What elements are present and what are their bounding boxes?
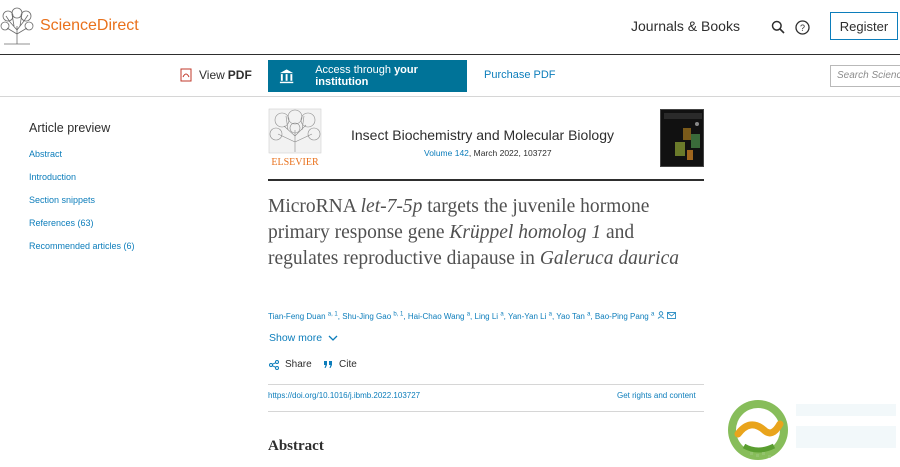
register-button[interactable]: Register (830, 12, 898, 40)
show-more-label: Show more (269, 332, 323, 344)
brand-name: ScienceDirect (40, 17, 139, 34)
journal-title-link[interactable]: Insect Biochemistry and Molecular Biolog… (351, 127, 614, 143)
abstract-heading: Abstract (268, 438, 324, 454)
title-text-1: MicroRNA (268, 196, 361, 217)
journal-divider (268, 179, 704, 181)
sidebar-item-references[interactable]: References (63) (29, 218, 229, 241)
sciencedirect-home-link[interactable]: ScienceDirect (0, 6, 139, 46)
title-italic-1: let-7-5p (360, 196, 423, 217)
doi-link[interactable]: https://doi.org/10.1016/j.ibmb.2022.1037… (268, 391, 420, 400)
pdf-icon (180, 68, 192, 82)
show-more-button[interactable]: Show more (269, 332, 338, 344)
sidebar-item-section-snippets[interactable]: Section snippets (29, 195, 229, 218)
search-icon[interactable] (769, 18, 787, 36)
volume-link[interactable]: Volume 142 (424, 148, 469, 158)
chevron-down-icon (328, 335, 338, 341)
journal-issue-info: Volume 142, March 2022, 103727 (424, 148, 552, 158)
view-pdf-label: View (199, 68, 225, 82)
access-prefix: Access through (315, 64, 395, 76)
article-toolbar: View PDF Access through your institution… (0, 55, 900, 97)
svg-text:?: ? (799, 23, 804, 33)
share-icon (269, 359, 279, 370)
share-label: Share (285, 359, 312, 370)
author-link[interactable]: Ling Li a (475, 311, 504, 321)
author-link[interactable]: Bao-Ping Pang a (595, 311, 654, 321)
journal-cover-image[interactable] (660, 109, 704, 167)
view-pdf-button[interactable]: View PDF (179, 68, 252, 82)
issue-date: , March 2022, 103727 (468, 148, 552, 158)
cover-art-icon (661, 110, 703, 166)
access-label: Access through your institution (315, 64, 467, 88)
journals-books-link[interactable]: Journals & Books (631, 18, 740, 34)
author-link[interactable]: Yao Tan a (556, 311, 590, 321)
view-pdf-bold: PDF (227, 68, 252, 82)
help-icon[interactable]: ? (793, 18, 811, 36)
person-icon[interactable] (657, 311, 665, 319)
watermark-logo-icon (728, 400, 896, 460)
author-link[interactable]: Yan-Yan Li a (508, 311, 552, 321)
title-italic-3: Galeruca daurica (539, 248, 679, 269)
doi-divider-bottom (268, 411, 704, 412)
search-input[interactable]: Search ScienceDirect (830, 65, 900, 87)
author-link[interactable]: Tian-Feng Duan a, 1 (268, 311, 338, 321)
elsevier-logo[interactable]: ELSEVIER (268, 108, 322, 168)
institution-icon (279, 69, 294, 84)
sidebar-item-abstract[interactable]: Abstract (29, 149, 229, 172)
doi-divider-top (268, 384, 704, 385)
sidebar-heading: Article preview (29, 121, 111, 135)
author-link[interactable]: Hai-Chao Wang a (408, 311, 470, 321)
access-institution-button[interactable]: Access through your institution (268, 60, 467, 92)
elsevier-tree-icon (0, 7, 34, 45)
article-preview-nav: Article preview Abstract Introduction Se… (29, 121, 229, 264)
site-header: ScienceDirect Journals & Books ? Registe… (0, 0, 900, 55)
publisher-name: ELSEVIER (271, 157, 319, 168)
author-link[interactable]: Shu-Jing Gao b, 1 (342, 311, 403, 321)
purchase-pdf-link[interactable]: Purchase PDF (484, 69, 556, 81)
quote-icon (324, 361, 332, 368)
get-rights-link[interactable]: Get rights and content (617, 391, 696, 400)
share-button[interactable]: Share (269, 359, 312, 370)
elsevier-tree-large-icon: ELSEVIER (268, 108, 322, 168)
article-title: MicroRNA let-7-5p targets the juvenile h… (268, 194, 704, 272)
title-italic-2: Krüppel homolog 1 (449, 222, 602, 243)
email-icon[interactable] (666, 312, 676, 319)
author-list: Tian-Feng Duan a, 1, Shu-Jing Gao b, 1, … (268, 311, 676, 321)
sidebar-item-introduction[interactable]: Introduction (29, 172, 229, 195)
sidebar-item-recommended-articles[interactable]: Recommended articles (6) (29, 241, 229, 264)
cite-button[interactable]: Cite (323, 359, 357, 370)
cite-label: Cite (339, 359, 357, 370)
